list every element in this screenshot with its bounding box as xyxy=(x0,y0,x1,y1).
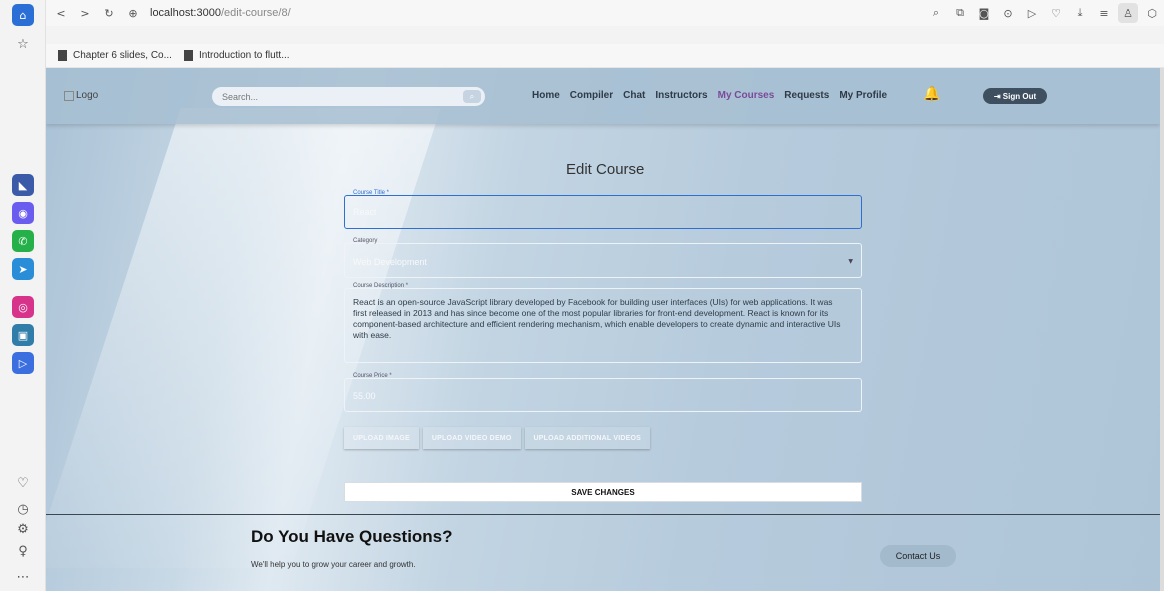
contact-us-button[interactable]: Contact Us xyxy=(880,545,956,567)
find-icon[interactable]: ⌕ xyxy=(926,3,946,23)
category-label: Category xyxy=(353,238,378,244)
instagram-icon[interactable]: ◎ xyxy=(12,296,34,318)
broken-image-icon xyxy=(64,90,74,101)
nav-home[interactable]: Home xyxy=(532,90,560,101)
course-description-label: Course Description * xyxy=(353,283,409,289)
search-bar: ⌕ xyxy=(212,87,485,106)
nav-my-courses[interactable]: My Courses xyxy=(718,90,775,101)
page-content: Logo ⌕ Home Compiler Chat Instructors My… xyxy=(46,68,1160,591)
nav-requests[interactable]: Requests xyxy=(784,90,829,101)
bookmark-item[interactable]: Chapter 6 slides, Co... xyxy=(58,50,172,61)
history-icon[interactable]: ◷ xyxy=(14,500,32,518)
messenger-icon[interactable]: ◉ xyxy=(12,202,34,224)
reload-icon[interactable]: ↻ xyxy=(100,4,118,22)
upload-buttons: UPLOAD IMAGE UPLOAD VIDEO DEMO UPLOAD AD… xyxy=(344,427,654,449)
dropdown-arrow-icon: ▼ xyxy=(848,258,853,265)
share-icon[interactable]: ⧉ xyxy=(950,3,970,23)
url-host: localhost:3000 xyxy=(150,7,221,19)
document-icon xyxy=(183,50,193,61)
category-select[interactable]: Category Web Development ▼ xyxy=(344,238,862,278)
course-title-value: React xyxy=(353,207,377,217)
toolbar-actions: ⌕ ⧉ ◙ ⊙ ▷ ♡ ⤓ ≡ ♙ ⬡ xyxy=(924,3,1164,23)
browser-toolbar: < > ↻ ⊕ localhost:3000/edit-course/8/ ⌕ … xyxy=(46,0,1164,26)
send-icon[interactable]: ▷ xyxy=(1022,3,1042,23)
forward-icon[interactable]: > xyxy=(76,4,94,22)
bookmark-item[interactable]: Introduction to flutt... xyxy=(183,50,290,61)
profile-icon[interactable]: ♙ xyxy=(1118,3,1138,23)
heart-icon[interactable]: ♡ xyxy=(14,474,32,492)
menu-icon[interactable]: ≡ xyxy=(1094,3,1114,23)
upload-video-demo-button[interactable]: UPLOAD VIDEO DEMO xyxy=(422,427,521,449)
course-price-label: Course Price * xyxy=(353,373,392,379)
page-scrollbar[interactable] xyxy=(1160,68,1164,591)
upload-additional-videos-button[interactable]: UPLOAD ADDITIONAL VIDEOS xyxy=(524,427,650,449)
download-icon[interactable]: ⤓ xyxy=(1070,3,1090,23)
course-description-field[interactable]: Course Description * React is an open-so… xyxy=(344,283,862,363)
favorite-icon[interactable]: ♡ xyxy=(1046,3,1066,23)
app-icon-2[interactable]: ▣ xyxy=(12,324,34,346)
address-bar[interactable]: localhost:3000/edit-course/8/ xyxy=(150,7,291,19)
search-input[interactable] xyxy=(222,90,442,103)
site-header: Logo ⌕ Home Compiler Chat Instructors My… xyxy=(46,68,1160,124)
site-info-icon[interactable]: ⊕ xyxy=(124,4,142,22)
course-description-value: React is an open-source JavaScript libra… xyxy=(353,297,841,340)
shield-icon[interactable]: ⊙ xyxy=(998,3,1018,23)
back-icon[interactable]: < xyxy=(52,4,70,22)
app-icon-1[interactable]: ◣ xyxy=(12,174,34,196)
settings-icon[interactable]: ⚙ xyxy=(14,520,32,538)
search-icon[interactable]: ⌕ xyxy=(463,90,481,103)
home-icon[interactable]: ⌂ xyxy=(12,4,34,26)
course-price-value: 55.00 xyxy=(353,391,376,401)
save-changes-button[interactable]: SAVE CHANGES xyxy=(344,482,862,502)
browser-sidebar: ⌂ ☆ ◣ ◉ ✆ ➤ ◎ ▣ ▷ ♡ ◷ ⚙ ♀ ⋯ xyxy=(0,0,46,591)
document-icon xyxy=(58,50,67,61)
main-nav: Home Compiler Chat Instructors My Course… xyxy=(532,90,897,101)
notification-bell-icon[interactable]: 🔔 xyxy=(923,86,940,102)
player-icon[interactable]: ▷ xyxy=(12,352,34,374)
course-title-field[interactable]: Course Title * React xyxy=(344,190,862,229)
camera-icon[interactable]: ◙ xyxy=(974,3,994,23)
nav-my-profile[interactable]: My Profile xyxy=(839,90,887,101)
category-value: Web Development xyxy=(353,257,427,267)
whatsapp-icon[interactable]: ✆ xyxy=(12,230,34,252)
footer-divider xyxy=(46,514,1160,515)
lightbulb-icon[interactable]: ♀ xyxy=(14,542,32,560)
extension-icon[interactable]: ⬡ xyxy=(1142,3,1162,23)
course-price-field[interactable]: Course Price * 55.00 xyxy=(344,373,862,412)
telegram-icon[interactable]: ➤ xyxy=(12,258,34,280)
url-path: /edit-course/8/ xyxy=(220,7,291,19)
bookmarks-bar: Chapter 6 slides, Co... Introduction to … xyxy=(46,44,1164,68)
footer-subtitle: We'll help you to grow your career and g… xyxy=(251,560,416,569)
nav-instructors[interactable]: Instructors xyxy=(655,90,707,101)
nav-chat[interactable]: Chat xyxy=(623,90,645,101)
sign-out-button[interactable]: ⇥ Sign Out xyxy=(983,88,1047,104)
footer-title: Do You Have Questions? xyxy=(251,527,453,546)
course-title-label: Course Title * xyxy=(353,190,390,196)
site-logo[interactable]: Logo xyxy=(64,90,98,101)
nav-compiler[interactable]: Compiler xyxy=(570,90,613,101)
upload-image-button[interactable]: UPLOAD IMAGE xyxy=(344,427,419,449)
star-icon[interactable]: ☆ xyxy=(14,35,32,53)
page-title: Edit Course xyxy=(566,161,645,178)
more-icon[interactable]: ⋯ xyxy=(14,568,32,586)
